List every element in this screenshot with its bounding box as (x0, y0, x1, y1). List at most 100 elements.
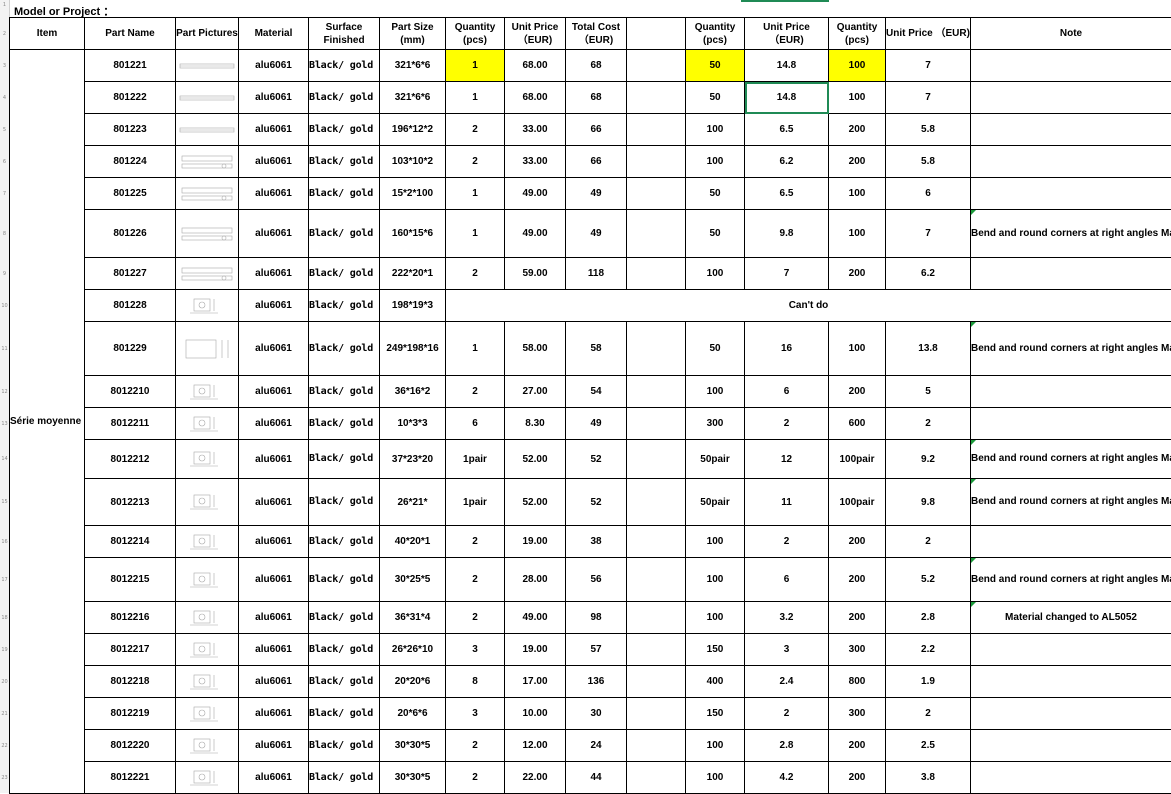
quantity-cell[interactable]: 2 (446, 730, 505, 762)
material-cell[interactable]: alu6061 (239, 440, 309, 479)
part-name-cell[interactable]: 8012215 (85, 558, 176, 602)
row-number[interactable]: 12 (0, 389, 9, 395)
quantity-3-cell[interactable]: 200 (829, 558, 886, 602)
quantity-cell[interactable]: 2 (446, 146, 505, 178)
part-size-cell[interactable]: 26*26*10 (380, 634, 446, 666)
unit-price-3-cell[interactable]: 5.2 (886, 558, 971, 602)
part-name-cell[interactable]: 801228 (85, 290, 176, 322)
material-cell[interactable]: alu6061 (239, 762, 309, 794)
row-number[interactable]: 7 (0, 191, 9, 197)
quantity-cell[interactable]: 3 (446, 698, 505, 730)
surface-cell[interactable]: Black/ gold anodized (309, 602, 380, 634)
header-unit-price[interactable]: Unit Price （EUR) (505, 18, 566, 50)
header-quantity-3[interactable]: Quantity (pcs) (829, 18, 886, 50)
comment-marker-icon[interactable] (971, 440, 976, 445)
part-picture-cell[interactable] (176, 82, 239, 114)
material-cell[interactable]: alu6061 (239, 114, 309, 146)
quantity-3-cell[interactable]: 100 (829, 82, 886, 114)
total-cost-cell[interactable]: 118 (566, 258, 627, 290)
surface-cell[interactable]: Black/ gold anodized (309, 634, 380, 666)
header-part-pictures[interactable]: Part Pictures (176, 18, 239, 50)
part-picture-cell[interactable] (176, 526, 239, 558)
surface-cell[interactable]: Black/ gold anodized (309, 479, 380, 526)
blank-cell[interactable] (627, 558, 686, 602)
total-cost-cell[interactable]: 38 (566, 526, 627, 558)
part-picture-cell[interactable] (176, 634, 239, 666)
note-cell[interactable] (971, 146, 1171, 178)
material-cell[interactable]: alu6061 (239, 666, 309, 698)
material-cell[interactable]: alu6061 (239, 634, 309, 666)
quantity-cell[interactable]: 8 (446, 666, 505, 698)
blank-cell[interactable] (627, 440, 686, 479)
total-cost-cell[interactable]: 68 (566, 82, 627, 114)
part-size-cell[interactable]: 30*25*5 (380, 558, 446, 602)
row-number[interactable]: 16 (0, 539, 9, 545)
total-cost-cell[interactable]: 57 (566, 634, 627, 666)
unit-price-2-cell[interactable]: 3 (745, 634, 829, 666)
quantity-2-cell[interactable]: 50pair (686, 479, 745, 526)
note-cell[interactable] (971, 698, 1171, 730)
total-cost-cell[interactable]: 136 (566, 666, 627, 698)
total-cost-cell[interactable]: 68 (566, 50, 627, 82)
total-cost-cell[interactable]: 49 (566, 178, 627, 210)
unit-price-cell[interactable]: 22.00 (505, 762, 566, 794)
unit-price-cell[interactable]: 33.00 (505, 114, 566, 146)
unit-price-3-cell[interactable]: 7 (886, 82, 971, 114)
unit-price-3-cell[interactable]: 2 (886, 526, 971, 558)
quantity-3-cell[interactable]: 100 (829, 178, 886, 210)
part-name-cell[interactable]: 8012217 (85, 634, 176, 666)
unit-price-3-cell[interactable]: 9.2 (886, 440, 971, 479)
unit-price-cell[interactable]: 27.00 (505, 376, 566, 408)
quantity-cell[interactable]: 1pair (446, 479, 505, 526)
part-size-cell[interactable]: 36*31*4 (380, 602, 446, 634)
quantity-3-cell[interactable]: 100 (829, 50, 886, 82)
unit-price-cell[interactable]: 49.00 (505, 602, 566, 634)
unit-price-3-cell[interactable]: 2.5 (886, 730, 971, 762)
quantity-3-cell[interactable]: 100 (829, 210, 886, 258)
quantity-3-cell[interactable]: 200 (829, 258, 886, 290)
part-size-cell[interactable]: 249*198*16 (380, 322, 446, 376)
material-cell[interactable]: alu6061 (239, 376, 309, 408)
part-size-cell[interactable]: 30*30*5 (380, 730, 446, 762)
quantity-cell[interactable]: 3 (446, 634, 505, 666)
part-size-cell[interactable]: 40*20*1 (380, 526, 446, 558)
surface-cell[interactable]: Black/ gold anodized (309, 762, 380, 794)
part-size-cell[interactable]: 37*23*20 (380, 440, 446, 479)
surface-cell[interactable]: Black/ gold anodized (309, 82, 380, 114)
unit-price-cell[interactable]: 49.00 (505, 178, 566, 210)
material-cell[interactable]: alu6061 (239, 730, 309, 762)
note-cell[interactable]: Bend and round corners at right angles M… (971, 322, 1171, 376)
unit-price-2-cell[interactable]: 9.8 (745, 210, 829, 258)
unit-price-3-cell[interactable]: 13.8 (886, 322, 971, 376)
comment-marker-icon[interactable] (971, 602, 976, 607)
part-name-cell[interactable]: 8012210 (85, 376, 176, 408)
quantity-3-cell[interactable]: 300 (829, 634, 886, 666)
surface-cell[interactable]: Black/ gold anodized (309, 408, 380, 440)
unit-price-2-cell[interactable]: 2 (745, 526, 829, 558)
part-picture-cell[interactable] (176, 322, 239, 376)
note-cell[interactable] (971, 376, 1171, 408)
surface-cell[interactable]: Black/ gold anodized (309, 376, 380, 408)
surface-cell[interactable]: Black/ gold anodized (309, 440, 380, 479)
header-blank[interactable] (627, 18, 686, 50)
total-cost-cell[interactable]: 30 (566, 698, 627, 730)
total-cost-cell[interactable]: 49 (566, 210, 627, 258)
quantity-2-cell[interactable]: 100 (686, 762, 745, 794)
unit-price-3-cell[interactable]: 2.2 (886, 634, 971, 666)
unit-price-3-cell[interactable]: 5.8 (886, 146, 971, 178)
header-unit-price-3[interactable]: Unit Price （EUR) (886, 18, 971, 50)
blank-cell[interactable] (627, 602, 686, 634)
quantity-2-cell[interactable]: 50 (686, 50, 745, 82)
unit-price-2-cell[interactable]: 6 (745, 558, 829, 602)
blank-cell[interactable] (627, 258, 686, 290)
quantity-2-cell[interactable]: 50 (686, 210, 745, 258)
surface-cell[interactable]: Black/ gold anodized (309, 114, 380, 146)
unit-price-cell[interactable]: 17.00 (505, 666, 566, 698)
unit-price-2-cell[interactable]: 3.2 (745, 602, 829, 634)
unit-price-2-cell[interactable]: 2 (745, 698, 829, 730)
row-number[interactable]: 10 (0, 303, 9, 309)
quantity-cell[interactable]: 2 (446, 602, 505, 634)
part-name-cell[interactable]: 8012220 (85, 730, 176, 762)
note-cell[interactable]: Bend and round corners at right angles M… (971, 479, 1171, 526)
part-name-cell[interactable]: 801223 (85, 114, 176, 146)
